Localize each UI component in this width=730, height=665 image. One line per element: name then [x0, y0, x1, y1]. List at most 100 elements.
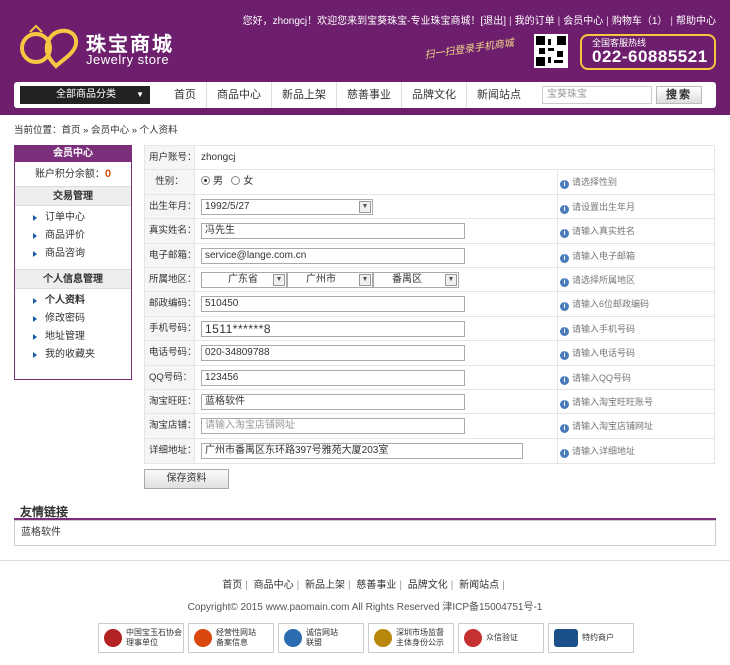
rings-logo-icon[interactable]	[14, 20, 84, 70]
nav-products[interactable]: 商品中心	[206, 82, 271, 108]
profile-form: 用户账号： zhongcj 性别： 男 女 i 请选择性别 出生年月： 1992/…	[144, 145, 715, 465]
sidebar-item-profile[interactable]: 个人资料	[33, 292, 131, 310]
sidebar-item-orders[interactable]: 订单中心	[33, 209, 131, 227]
my-orders-link[interactable]: 我的订单	[515, 16, 555, 27]
nav-news[interactable]: 新闻站点	[466, 82, 531, 108]
info-icon: i	[560, 302, 569, 312]
address-input[interactable]: 广州市番禺区东环路397号雅苑大厦203室	[201, 442, 523, 459]
friend-links-title: 友情链接	[20, 505, 69, 519]
shield-icon	[464, 629, 482, 647]
footer-link-charity[interactable]: 慈善事业	[356, 580, 396, 591]
phone-label: 电话号码：	[145, 341, 197, 365]
qr-code-icon	[534, 34, 568, 68]
row-email: 电子邮箱： service@lange.com.cn i 请输入电子邮箱	[145, 243, 714, 268]
sidebar-header: 会员中心	[15, 146, 131, 162]
member-sidebar: 会员中心 账户积分余额：0 交易管理 订单中心 商品评价 商品咨询 个人信息管理…	[14, 145, 132, 380]
zip-label: 邮政编码：	[145, 292, 197, 316]
cart-link[interactable]: 购物车（1）	[612, 16, 668, 27]
mobile-slogan: 扫一扫登录手机商城	[423, 37, 515, 62]
info-icon: i	[560, 351, 569, 361]
nav-charity[interactable]: 慈善事业	[336, 82, 401, 108]
gender-female-label: 女	[243, 176, 254, 188]
info-icon: i	[560, 326, 569, 336]
row-gender: 性别： 男 女 i 请选择性别	[145, 170, 714, 195]
district-select[interactable]: 番禺区 ▼	[373, 271, 459, 288]
wangwang-label: 淘宝旺旺：	[145, 389, 197, 414]
search-input[interactable]: 宝葵珠宝	[542, 86, 652, 104]
footer-link-products[interactable]: 商品中心	[254, 580, 294, 591]
zip-input[interactable]: 510450	[201, 296, 465, 313]
nav-new-arrivals[interactable]: 新品上架	[271, 82, 336, 108]
info-icon: i	[560, 399, 569, 409]
phone-input[interactable]: 020-34809788	[201, 345, 465, 362]
badge-unionpay[interactable]: 特约商户	[548, 623, 634, 653]
real-name-input[interactable]: 冯先生	[201, 223, 465, 240]
points-value: 0	[104, 168, 112, 180]
badge-gem-association[interactable]: 中国宝玉石协会 理事单位	[98, 623, 184, 653]
emblem-icon	[374, 629, 392, 647]
gender-male-radio[interactable]	[201, 176, 210, 186]
chevron-down-icon: ▼	[445, 273, 457, 286]
breadcrumb: 当前位置：首页 » 会员中心 » 个人资料	[14, 125, 178, 136]
mobile-label: 手机号码：	[145, 316, 197, 341]
trust-icon	[284, 629, 302, 647]
friend-link[interactable]: 蓝格软件	[21, 527, 61, 538]
gender-female-radio[interactable]	[231, 176, 241, 186]
shop-url-input[interactable]: 请输入淘宝店铺网址	[201, 418, 465, 435]
footer-link-brand[interactable]: 品牌文化	[408, 580, 448, 591]
sidebar-item-password[interactable]: 修改密码	[33, 310, 131, 328]
province-select[interactable]: 广东省 ▼	[201, 271, 287, 288]
badge-market-supervision[interactable]: 深圳市场监督 主体身份公示	[368, 623, 454, 653]
friend-links-box: 蓝格软件	[14, 520, 716, 546]
sidebar-item-favorites[interactable]: 我的收藏夹	[33, 346, 131, 364]
main-nav: 全部商品分类 ▼ 首页 商品中心 新品上架 慈善事业 品牌文化 新闻站点 宝葵珠宝…	[14, 82, 716, 108]
sidebar-item-addresses[interactable]: 地址管理	[33, 328, 131, 346]
badge-zhongxin[interactable]: 众信验证	[458, 623, 544, 653]
footer-link-new[interactable]: 新品上架	[305, 580, 345, 591]
badge-trust-alliance[interactable]: 诚信网站 联盟	[278, 623, 364, 653]
city-select[interactable]: 广州市 ▼	[287, 271, 373, 288]
row-name: 真实姓名： 冯先生 i 请输入真实姓名	[145, 219, 714, 244]
badge-site-filing[interactable]: 经营性网站 备案信息	[188, 623, 274, 653]
points-balance: 账户积分余额：0	[34, 168, 112, 180]
username-value: zhongcj	[201, 152, 236, 163]
info-icon: i	[560, 180, 569, 190]
copyright: Copyright© 2015 www.paomain.com All Righ…	[187, 602, 543, 613]
friend-links-header: 友情链接	[14, 502, 716, 520]
qq-input[interactable]: 123456	[201, 369, 465, 386]
seal-icon	[104, 629, 122, 647]
shop-label: 淘宝店铺：	[145, 414, 197, 438]
email-field[interactable]: service@lange.com.cn	[201, 247, 465, 264]
mobile-input[interactable]: 1511******8	[201, 320, 465, 337]
wangwang-input[interactable]: 蓝格软件	[201, 393, 465, 410]
section-personal: 个人信息管理	[15, 269, 131, 289]
member-center-link[interactable]: 会员中心	[563, 16, 603, 27]
address-label: 详细地址：	[145, 438, 197, 464]
site-footer: 首页 | 商品中心 | 新品上架 | 慈善事业 | 品牌文化 | 新闻站点 | Copyri…	[0, 560, 730, 665]
footer-link-home[interactable]: 首页	[222, 580, 242, 591]
nav-brand-culture[interactable]: 品牌文化	[401, 82, 466, 108]
chevron-down-icon: ▼	[273, 273, 285, 286]
greeting-text[interactable]: 您好，zhongcj！欢迎您来到宝葵珠宝-专业珠宝商城！[退出]	[243, 16, 506, 27]
nav-home[interactable]: 首页	[164, 82, 206, 108]
sidebar-item-reviews[interactable]: 商品评价	[33, 227, 131, 245]
search-button[interactable]: 搜索	[656, 86, 702, 104]
logo-subtitle: Jewelry store	[86, 52, 170, 67]
info-icon: i	[560, 277, 569, 287]
username-label: 用户账号：	[145, 146, 197, 170]
help-link[interactable]: 帮助中心	[676, 16, 716, 27]
sidebar-item-inquiries[interactable]: 商品咨询	[33, 245, 131, 263]
save-profile-button[interactable]: 保存资料	[144, 469, 229, 489]
unionpay-icon	[554, 629, 578, 647]
info-icon: i	[560, 424, 569, 434]
qq-label: QQ号码：	[145, 365, 195, 389]
category-dropdown-button[interactable]: 全部商品分类 ▼	[20, 86, 150, 104]
footer-link-news[interactable]: 新闻站点	[459, 580, 499, 591]
birth-date-select[interactable]: 1992/5/27 ▼	[201, 198, 373, 215]
site-header: 您好，zhongcj！欢迎您来到宝葵珠宝-专业珠宝商城！[退出] | 我的订单 | 会员…	[0, 0, 730, 115]
shield-icon	[194, 629, 212, 647]
row-qq: QQ号码： 123456 i 请输入QQ号码	[145, 365, 714, 390]
info-icon: i	[560, 448, 569, 458]
row-wangwang: 淘宝旺旺： 蓝格软件 i 请输入淘宝旺旺账号	[145, 389, 714, 415]
section-trade: 交易管理	[15, 186, 131, 206]
